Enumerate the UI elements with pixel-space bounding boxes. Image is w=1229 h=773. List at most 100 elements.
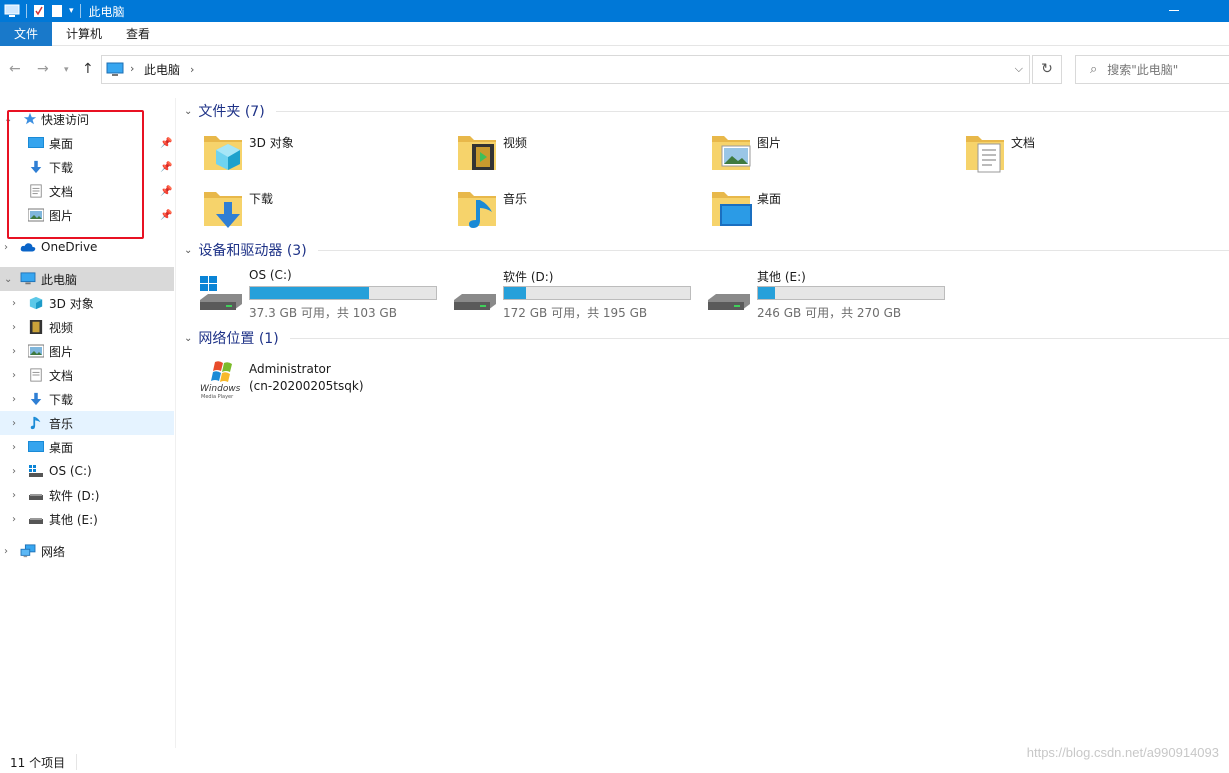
breadcrumb-chevron-icon[interactable]: › bbox=[190, 63, 194, 76]
tab-view[interactable]: 查看 bbox=[114, 22, 162, 46]
folder-music[interactable]: 音乐 bbox=[456, 186, 656, 234]
chevron-right-icon[interactable]: › bbox=[12, 370, 16, 381]
minimize-button[interactable] bbox=[1167, 0, 1181, 22]
up-arrow-icon[interactable]: ↑ bbox=[82, 61, 94, 77]
breadcrumb-chevron-icon[interactable]: › bbox=[130, 62, 134, 75]
chevron-right-icon[interactable]: › bbox=[12, 418, 16, 429]
tab-computer[interactable]: 计算机 bbox=[54, 22, 114, 46]
drive-d[interactable]: 软件 (D:) 172 GB 可用，共 195 GB bbox=[452, 268, 697, 320]
pin-icon[interactable]: 📌 bbox=[160, 210, 172, 221]
group-header-drives[interactable]: ⌄ 设备和驱动器 (3) bbox=[184, 240, 307, 260]
folder-document-icon bbox=[966, 136, 1004, 173]
folder-downloads[interactable]: 下载 bbox=[202, 186, 402, 234]
chevron-down-icon[interactable]: ⌵ bbox=[1015, 62, 1023, 76]
new-folder-icon[interactable] bbox=[51, 4, 63, 18]
chevron-down-icon[interactable]: ⌄ bbox=[184, 333, 192, 344]
computer-icon[interactable] bbox=[4, 4, 20, 18]
nav-label: 软件 (D:) bbox=[49, 488, 100, 503]
chevron-right-icon[interactable]: › bbox=[12, 442, 16, 453]
network-icon bbox=[20, 544, 36, 558]
drive-space-info: 246 GB 可用，共 270 GB bbox=[757, 306, 902, 320]
logo-text-windows: Windows bbox=[200, 384, 241, 394]
drive-usage-bar bbox=[757, 286, 945, 300]
back-arrow-icon[interactable]: ← bbox=[9, 61, 21, 77]
pin-icon[interactable]: 📌 bbox=[160, 138, 172, 149]
drive-space-info: 37.3 GB 可用，共 103 GB bbox=[249, 306, 397, 320]
chevron-right-icon[interactable]: › bbox=[4, 242, 8, 253]
folder-documents[interactable]: 文档 bbox=[964, 130, 1164, 178]
drive-usage-bar bbox=[503, 286, 691, 300]
customize-toolbar-icon[interactable]: ▾ bbox=[69, 6, 74, 16]
group-header-network[interactable]: ⌄ 网络位置 (1) bbox=[184, 328, 279, 348]
chevron-right-icon[interactable]: › bbox=[12, 322, 16, 333]
nav-label: 音乐 bbox=[49, 416, 74, 431]
folder-desktop[interactable]: 桌面 bbox=[710, 186, 910, 234]
folder-label: 桌面 bbox=[757, 192, 782, 206]
network-location-host: (cn-20200205tsqk) bbox=[249, 379, 364, 393]
search-box[interactable]: ⌕ bbox=[1075, 55, 1229, 84]
computer-icon bbox=[106, 62, 124, 76]
folder-3d-objects[interactable]: 3D 对象 bbox=[202, 130, 402, 178]
cube-icon bbox=[29, 296, 43, 310]
group-title: 文件夹 (7) bbox=[198, 104, 265, 120]
chevron-right-icon[interactable]: › bbox=[4, 546, 8, 557]
folder-videos[interactable]: 视频 bbox=[456, 130, 656, 178]
nav-network[interactable]: › 网络 bbox=[0, 539, 174, 563]
folder-video-icon bbox=[458, 136, 496, 170]
pin-icon[interactable]: 📌 bbox=[160, 162, 172, 173]
search-input[interactable] bbox=[1107, 62, 1228, 77]
network-location-name: Administrator bbox=[249, 362, 331, 376]
computer-icon bbox=[20, 272, 36, 285]
item-count: 11 个项目 bbox=[10, 756, 66, 770]
group-divider bbox=[276, 111, 1229, 112]
pin-icon[interactable]: 📌 bbox=[160, 186, 172, 197]
nav-pc-3d-objects[interactable]: › 3D 对象 bbox=[0, 291, 174, 315]
nav-pc-drive-c[interactable]: › OS (C:) bbox=[0, 459, 174, 483]
chevron-right-icon[interactable]: › bbox=[12, 346, 16, 357]
nav-pc-desktop[interactable]: › 桌面 bbox=[0, 435, 174, 459]
group-header-folders[interactable]: ⌄ 文件夹 (7) bbox=[184, 101, 265, 121]
properties-icon[interactable] bbox=[33, 4, 45, 18]
folder-label: 文档 bbox=[1011, 136, 1036, 150]
nav-pc-videos[interactable]: › 视频 bbox=[0, 315, 174, 339]
tab-file[interactable]: 文件 bbox=[0, 22, 52, 46]
forward-arrow-icon[interactable]: → bbox=[37, 61, 49, 77]
folder-pictures[interactable]: 图片 bbox=[710, 130, 910, 178]
chevron-right-icon[interactable]: › bbox=[12, 466, 16, 477]
drive-name: OS (C:) bbox=[249, 268, 292, 282]
chevron-right-icon[interactable]: › bbox=[12, 490, 16, 501]
refresh-button[interactable]: ↻ bbox=[1032, 55, 1062, 84]
group-title: 网络位置 (1) bbox=[198, 331, 279, 347]
drive-usage-fill bbox=[504, 287, 527, 299]
breadcrumb-this-pc[interactable]: 此电脑 bbox=[144, 61, 180, 78]
address-bar[interactable]: › 此电脑 › ⌵ bbox=[101, 55, 1030, 84]
folder-3d-icon bbox=[204, 136, 242, 170]
chevron-down-icon[interactable]: ⌄ bbox=[4, 274, 12, 285]
drive-c[interactable]: OS (C:) 37.3 GB 可用，共 103 GB bbox=[198, 268, 443, 320]
cloud-icon bbox=[20, 243, 36, 252]
folder-label: 音乐 bbox=[503, 192, 528, 206]
folder-label: 图片 bbox=[757, 136, 782, 150]
drive-name: 其他 (E:) bbox=[757, 270, 806, 284]
nav-label: 其他 (E:) bbox=[49, 512, 98, 527]
toolbar-separator bbox=[26, 4, 27, 18]
nav-pc-downloads[interactable]: › 下载 bbox=[0, 387, 174, 411]
nav-pc-documents[interactable]: › 文档 bbox=[0, 363, 174, 387]
nav-pc-pictures[interactable]: › 图片 bbox=[0, 339, 174, 363]
chevron-right-icon[interactable]: › bbox=[12, 298, 16, 309]
chevron-right-icon[interactable]: › bbox=[12, 514, 16, 525]
nav-pc-music[interactable]: › 音乐 bbox=[0, 411, 174, 435]
nav-pc-drive-d[interactable]: › 软件 (D:) bbox=[0, 483, 174, 507]
drive-e[interactable]: 其他 (E:) 246 GB 可用，共 270 GB bbox=[706, 268, 951, 320]
drive-icon bbox=[708, 294, 750, 310]
nav-this-pc[interactable]: ⌄ 此电脑 bbox=[0, 267, 174, 291]
nav-pc-drive-e[interactable]: › 其他 (E:) bbox=[0, 507, 174, 531]
chevron-down-icon[interactable]: ⌄ bbox=[184, 245, 192, 256]
chevron-down-icon[interactable]: ⌄ bbox=[184, 106, 192, 117]
watermark-text: https://blog.csdn.net/a990914093 bbox=[1026, 745, 1219, 760]
drive-icon bbox=[29, 465, 43, 477]
drive-icon bbox=[29, 494, 43, 500]
chevron-right-icon[interactable]: › bbox=[12, 394, 16, 405]
recent-locations-icon[interactable]: ▾ bbox=[64, 65, 69, 75]
folder-desktop-icon bbox=[712, 192, 752, 226]
